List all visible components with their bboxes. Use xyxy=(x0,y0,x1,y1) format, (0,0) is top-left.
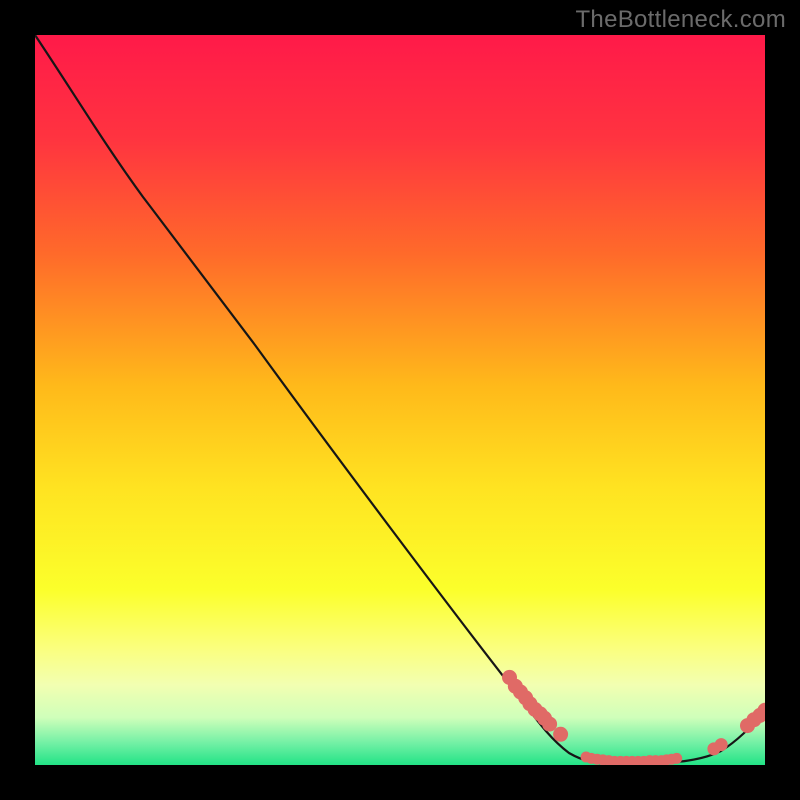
scatter-point xyxy=(671,753,682,764)
plot-area xyxy=(35,35,765,765)
watermark-text: TheBottleneck.com xyxy=(575,6,786,34)
scatter-point xyxy=(553,727,568,742)
scatter-points xyxy=(35,35,765,765)
scatter-point xyxy=(542,717,557,732)
chart-frame: TheBottleneck.com xyxy=(0,0,800,800)
scatter-point xyxy=(715,738,728,751)
